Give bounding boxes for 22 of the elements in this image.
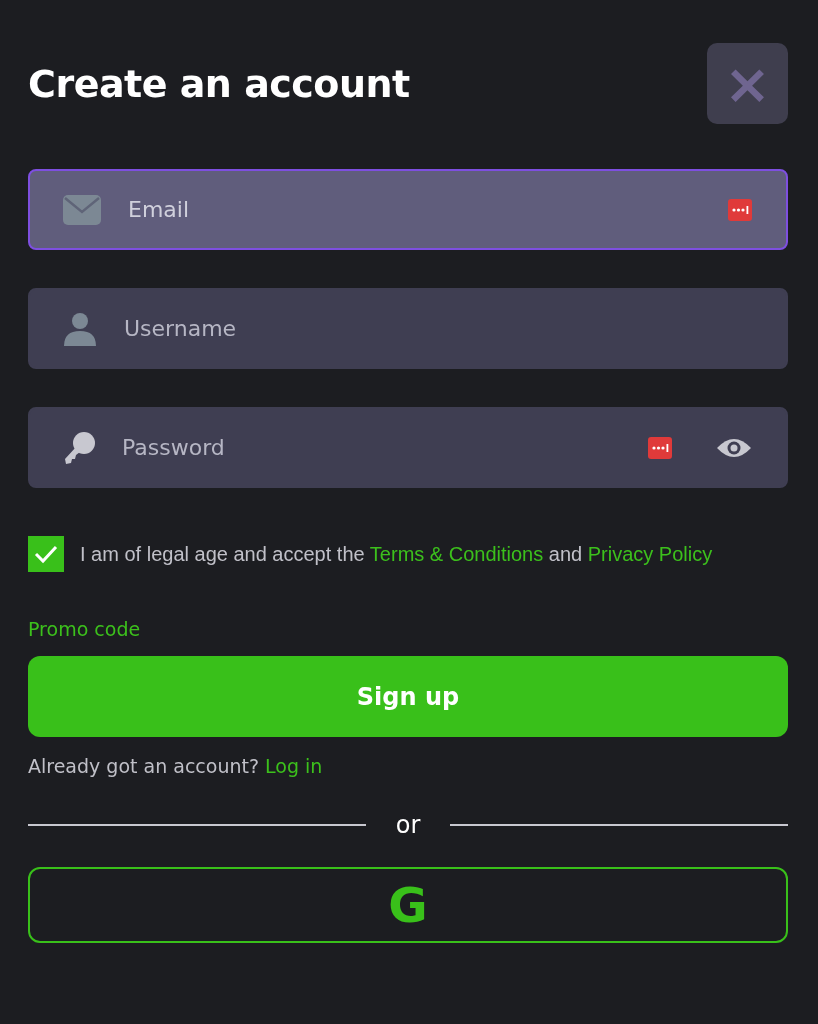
password-manager-icon[interactable] [728,198,752,221]
divider-label: or [394,811,422,839]
google-sign-in-button[interactable]: G [28,867,788,943]
consent-text: I am of legal age and accept the Terms & Conditions and Privacy Policy [80,542,713,566]
login-link[interactable]: Log in [265,755,323,777]
dialog-title: Create an account [28,61,410,106]
key-icon [62,430,96,465]
input-text[interactable]: Email [126,196,716,223]
input-field[interactable]: Email [28,169,788,250]
input-field[interactable]: Password [28,407,788,488]
person-icon [62,311,98,346]
terms-link[interactable]: Terms & Conditions [369,542,544,565]
checkbox[interactable] [28,536,64,572]
envelope-icon [62,193,102,226]
input-text[interactable]: Username [122,315,752,342]
input-field[interactable]: Username [28,288,788,369]
privacy-link[interactable]: Privacy Policy [587,542,713,565]
input-text[interactable]: Password [120,434,636,461]
password-manager-icon[interactable] [648,436,672,459]
check-icon [34,544,58,564]
promo-code-link[interactable]: Promo code [28,618,141,640]
login-prompt: Already got an account? Log in [28,755,323,777]
